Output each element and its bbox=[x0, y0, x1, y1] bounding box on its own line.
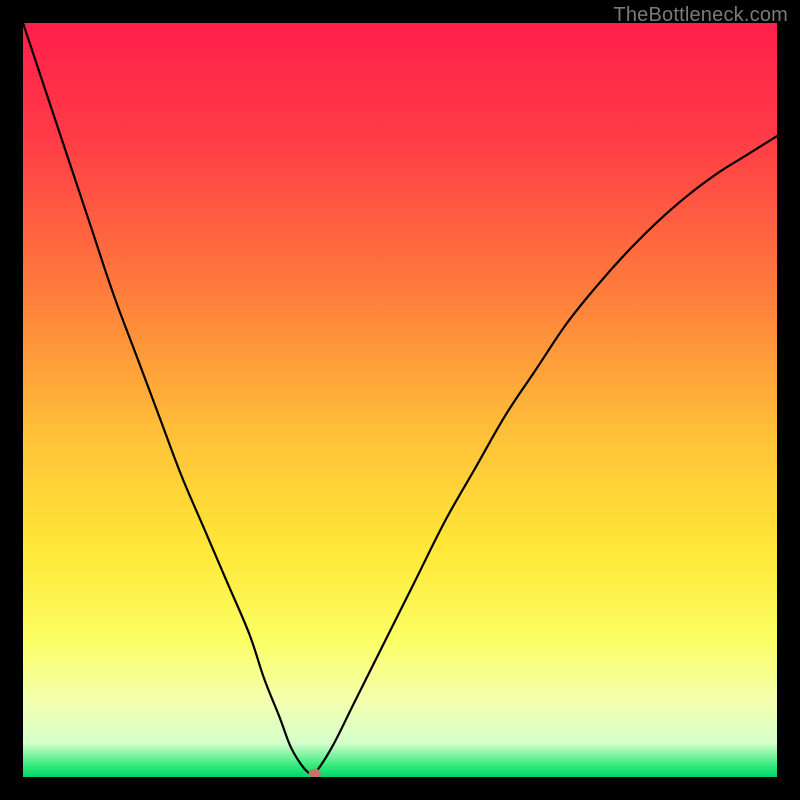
watermark-text: TheBottleneck.com bbox=[613, 4, 788, 27]
bottleneck-chart bbox=[23, 23, 777, 777]
chart-background bbox=[23, 23, 777, 777]
chart-container bbox=[23, 23, 777, 777]
